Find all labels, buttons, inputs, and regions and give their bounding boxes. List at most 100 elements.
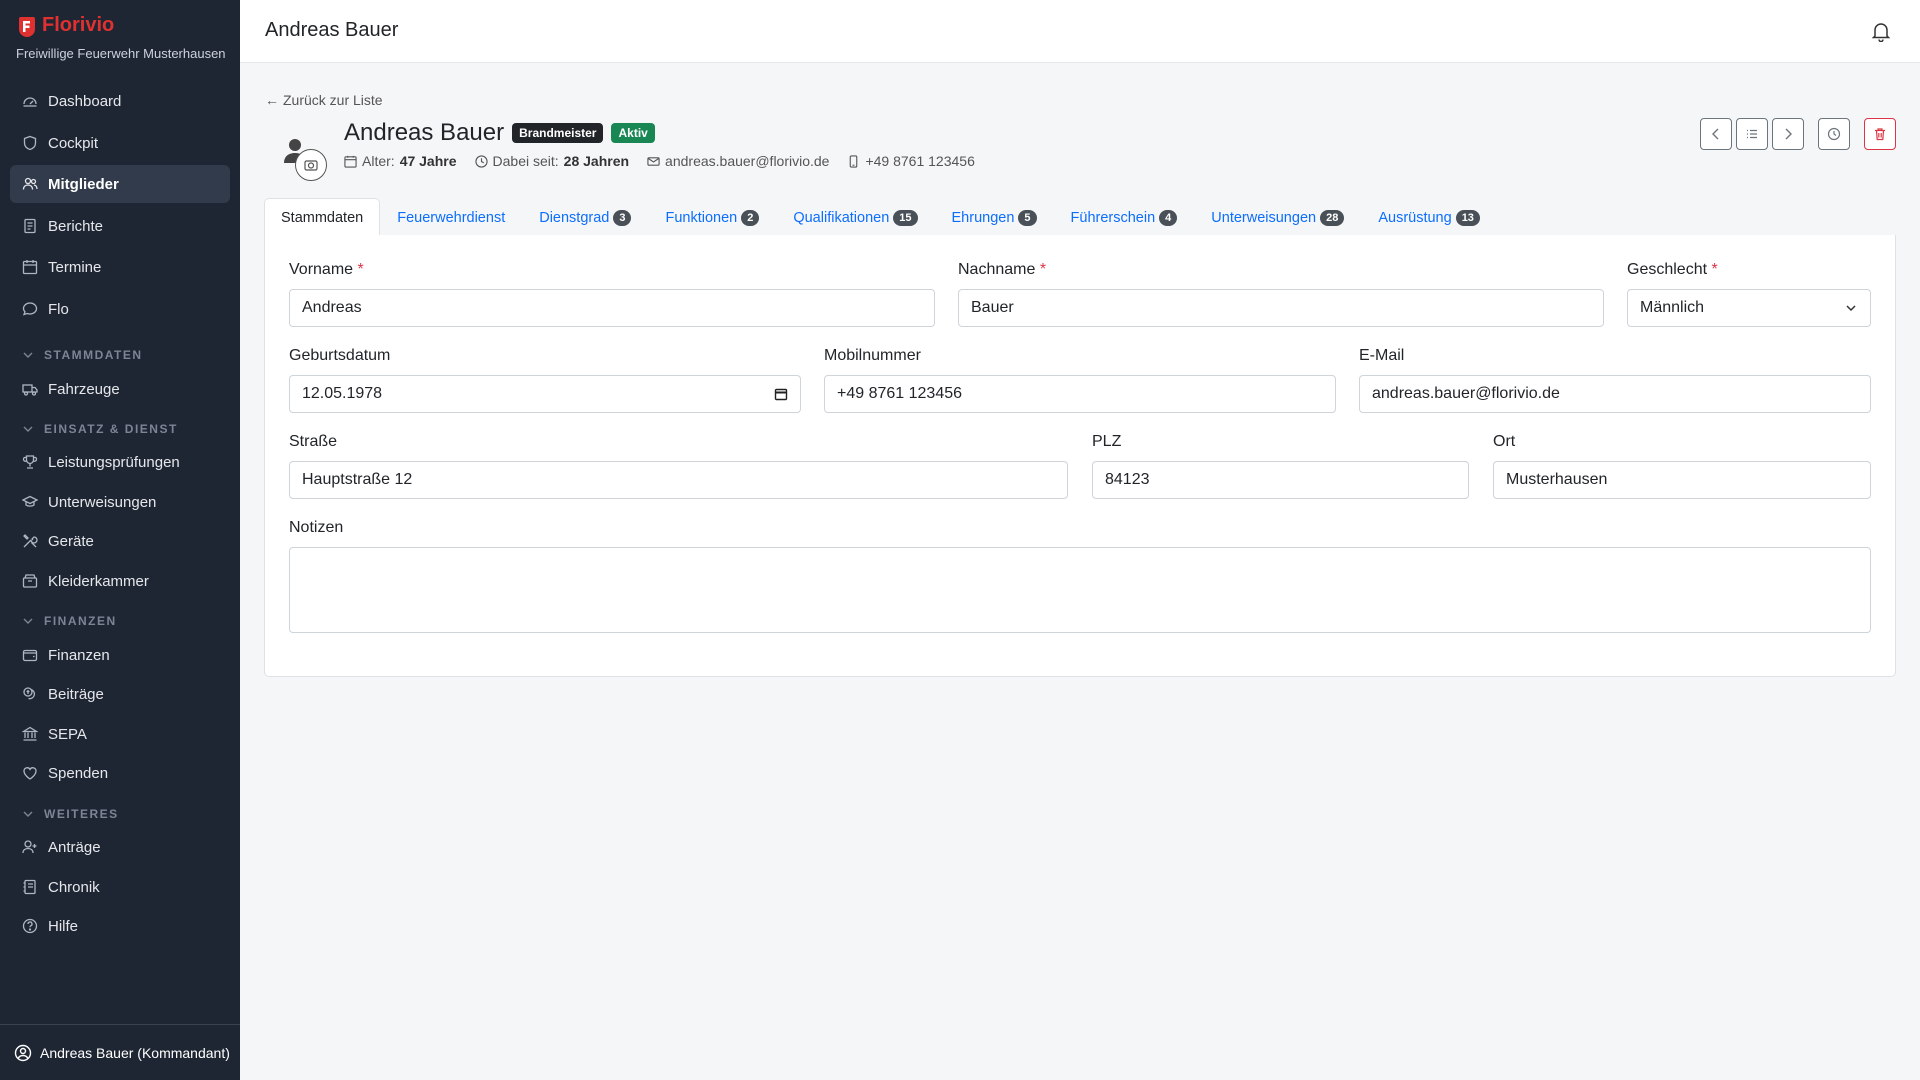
- chevron-down-icon: [23, 618, 33, 624]
- next-button[interactable]: [1772, 118, 1804, 150]
- tab-count-badge: 13: [1455, 209, 1480, 226]
- calendar-picker-icon[interactable]: [774, 387, 788, 401]
- shield-icon: [23, 135, 37, 151]
- sidebar-item-spenden[interactable]: Spenden: [10, 754, 230, 792]
- section-stammdaten[interactable]: STAMMDATEN: [22, 348, 143, 362]
- tab-count-badge: 2: [741, 209, 760, 226]
- user-menu[interactable]: Andreas Bauer (Kommandant): [0, 1024, 240, 1080]
- tab-count-badge: 28: [1320, 209, 1345, 226]
- chevron-down-icon: [1846, 305, 1856, 312]
- email-input[interactable]: andreas.bauer@florivio.de: [1359, 375, 1871, 413]
- box-icon: [22, 574, 38, 588]
- sidebar-item-mitglieder[interactable]: Mitglieder: [10, 165, 230, 203]
- back-to-list-link[interactable]: ← Zurück zur Liste: [265, 92, 383, 108]
- sidebar-item-label: Dashboard: [48, 92, 122, 110]
- geschlecht-group: Geschlecht * Männlich: [1627, 261, 1871, 327]
- nachname-label: Nachname *: [958, 261, 1047, 278]
- membership-info: Dabei seit: 28 Jahren: [474, 153, 629, 169]
- sidebar-item-flo[interactable]: Flo: [10, 290, 230, 328]
- sidebar-item-unterweisungen[interactable]: Unterweisungen: [10, 483, 230, 521]
- nachname-input[interactable]: Bauer: [958, 289, 1604, 327]
- sidebar-item-chronik[interactable]: Chronik: [10, 868, 230, 906]
- tab-qualifikationen[interactable]: Qualifikationen 15: [776, 198, 934, 236]
- strasse-group: Straße Hauptstraße 12: [289, 433, 1068, 499]
- geburtsdatum-group: Geburtsdatum 12.05.1978: [289, 347, 801, 413]
- user-add-icon: [22, 840, 37, 854]
- strasse-input[interactable]: Hauptstraße 12: [289, 461, 1068, 499]
- tab-funktionen[interactable]: Funktionen 2: [648, 198, 776, 236]
- geburtsdatum-input[interactable]: 12.05.1978: [289, 375, 801, 413]
- sidebar-item-hilfe[interactable]: Hilfe: [10, 907, 230, 945]
- mobilnummer-input[interactable]: +49 8761 123456: [824, 375, 1336, 413]
- section-einsatz-dienst[interactable]: EINSATZ & DIENST: [22, 422, 178, 436]
- record-actions: [1700, 118, 1896, 150]
- previous-button[interactable]: [1700, 118, 1732, 150]
- brand-name: Florivio: [42, 14, 115, 36]
- nachname-group: Nachname * Bauer: [958, 261, 1604, 327]
- avatar[interactable]: [280, 135, 328, 183]
- person-header: Andreas Bauer Brandmeister Aktiv: [344, 119, 655, 147]
- tab-dienstgrad[interactable]: Dienstgrad 3: [522, 198, 648, 236]
- sidebar-item-leistungspruefungen[interactable]: Leistungsprüfungen: [10, 443, 230, 481]
- phone-info[interactable]: +49 8761 123456: [847, 153, 975, 169]
- geburtsdatum-label: Geburtsdatum: [289, 347, 391, 364]
- bank-icon: [22, 726, 38, 741]
- vorname-group: Vorname * Andreas: [289, 261, 935, 327]
- tab-count-badge: 4: [1159, 209, 1178, 226]
- section-weiteres[interactable]: WEITERES: [22, 807, 119, 821]
- sidebar-item-termine[interactable]: Termine: [10, 248, 230, 286]
- arrow-left-icon: ←: [265, 92, 279, 108]
- calendar-icon: [344, 155, 357, 168]
- tab-unterweisungen[interactable]: Unterweisungen 28: [1194, 198, 1361, 236]
- chevron-down-icon: [23, 811, 33, 817]
- section-finanzen[interactable]: FINANZEN: [22, 614, 117, 628]
- list-icon: [1747, 129, 1757, 139]
- email-info[interactable]: andreas.bauer@florivio.de: [647, 153, 829, 169]
- delete-button[interactable]: [1864, 118, 1896, 150]
- plz-input[interactable]: 84123: [1092, 461, 1469, 499]
- tab-count-badge: 3: [613, 209, 632, 226]
- sidebar: Florivio Freiwillige Feuerwehr Musterhau…: [0, 0, 240, 1080]
- sidebar-item-finanzen[interactable]: Finanzen: [10, 636, 230, 674]
- sidebar-item-berichte[interactable]: Berichte: [10, 207, 230, 245]
- tab-feuerwehrdienst[interactable]: Feuerwehrdienst: [380, 198, 522, 236]
- ort-group: Ort Musterhausen: [1493, 433, 1871, 499]
- user-circle-icon: [14, 1044, 32, 1061]
- geschlecht-select[interactable]: Männlich: [1627, 289, 1871, 327]
- notizen-textarea[interactable]: [289, 547, 1871, 633]
- sidebar-item-label: Leistungsprüfungen: [48, 453, 180, 471]
- tab-fuehrerschein[interactable]: Führerschein 4: [1054, 198, 1195, 236]
- sidebar-item-antraege[interactable]: Anträge: [10, 828, 230, 866]
- sidebar-item-kleiderkammer[interactable]: Kleiderkammer: [10, 562, 230, 600]
- users-icon: [22, 177, 38, 190]
- list-button[interactable]: [1736, 118, 1768, 150]
- sidebar-item-fahrzeuge[interactable]: Fahrzeuge: [10, 370, 230, 408]
- age-info: Alter: 47 Jahre: [344, 153, 457, 169]
- chevron-left-icon: [1712, 128, 1719, 140]
- chat-icon: [22, 302, 38, 316]
- calendar-icon: [22, 260, 38, 275]
- tools-icon: [23, 534, 38, 548]
- tab-ehrungen[interactable]: Ehrungen 5: [935, 198, 1054, 236]
- tab-stammdaten[interactable]: Stammdaten: [264, 198, 381, 237]
- vorname-input[interactable]: Andreas: [289, 289, 935, 327]
- main-content: ← Zurück zur Liste Andreas Bauer Brandme…: [240, 63, 1920, 1080]
- sidebar-item-label: Fahrzeuge: [48, 380, 120, 398]
- sidebar-item-dashboard[interactable]: Dashboard: [10, 82, 230, 120]
- sidebar-item-cockpit[interactable]: Cockpit: [10, 124, 230, 162]
- sidebar-item-beitraege[interactable]: Beiträge: [10, 675, 230, 713]
- bell-icon[interactable]: [1870, 20, 1892, 42]
- report-icon: [24, 218, 36, 234]
- sidebar-item-label: SEPA: [48, 725, 87, 743]
- sidebar-item-sepa[interactable]: SEPA: [10, 715, 230, 753]
- ort-input[interactable]: Musterhausen: [1493, 461, 1871, 499]
- tab-ausruestung[interactable]: Ausrüstung 13: [1361, 198, 1497, 236]
- sidebar-item-geraete[interactable]: Geräte: [10, 522, 230, 560]
- history-button[interactable]: [1818, 118, 1850, 150]
- florivio-logo-icon: [19, 16, 35, 37]
- brand[interactable]: Florivio: [16, 14, 114, 37]
- stammdaten-form: Vorname * Andreas Nachname * Bauer Gesch…: [264, 235, 1896, 677]
- ort-label: Ort: [1493, 433, 1516, 450]
- email-group: E-Mail andreas.bauer@florivio.de: [1359, 347, 1871, 413]
- topbar: Andreas Bauer: [240, 0, 1920, 63]
